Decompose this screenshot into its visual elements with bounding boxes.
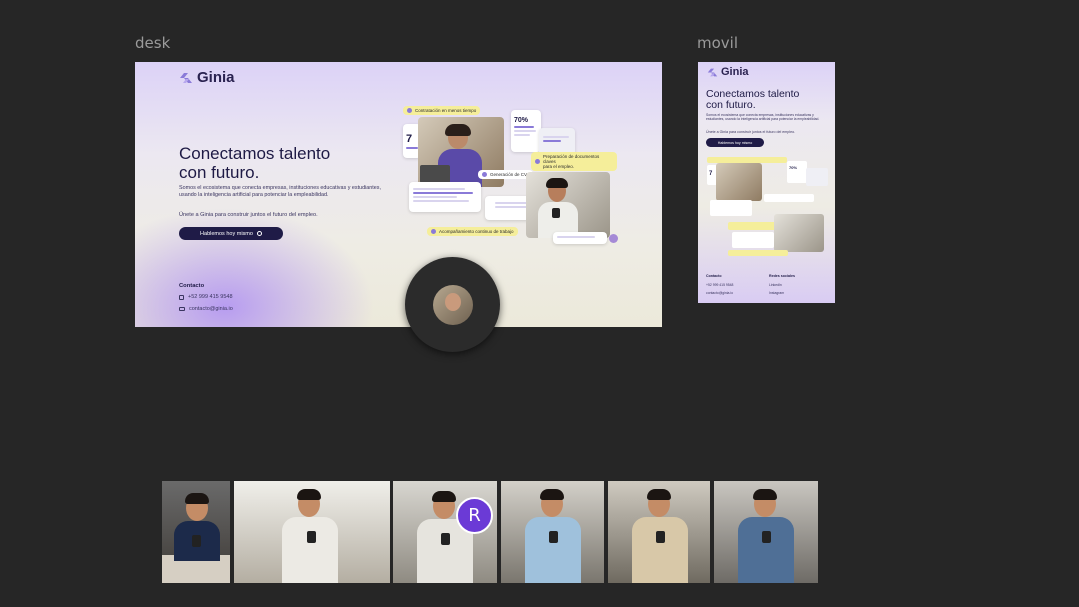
film-frame-4[interactable] [501,481,604,583]
hero-description: Somos el ecosistema que conecta empresas… [179,185,381,198]
movil-frame-label[interactable]: movil [697,34,738,52]
pill-preparacion: Preparación de documentos claves para el… [531,152,617,171]
pill-acompanamiento-mobile [728,250,788,256]
contact-cta-button[interactable]: Hablemos hoy mismo [179,227,283,240]
chat-card-mobile [732,232,774,248]
pill-generacion: Generación de CVs [478,170,534,179]
form-card-mobile [710,200,752,216]
pill-generacion-mobile [764,194,814,202]
brand-name: Ginia [197,69,235,86]
hero-title: Conectamos talento con futuro. [179,144,331,182]
student-phone-photo [526,172,610,238]
brand-logo-mobile[interactable]: Ginia [707,66,749,78]
contact-email[interactable]: contacto@ginia.io [179,306,233,312]
pill-acompanamiento: Acompañamiento continuo de trabajo [427,227,518,236]
form-card [409,182,481,212]
student-phone-photo-mobile [774,214,824,252]
mail-icon [179,307,185,311]
user-avatar[interactable]: R [456,497,493,534]
ginia-logo-icon [179,71,193,85]
film-frame-2[interactable] [234,481,390,583]
message-card [553,232,607,244]
contact-phone[interactable]: +52 999 415 9548 [179,294,233,300]
document-icon [535,159,540,164]
desk-frame-label[interactable]: desk [135,34,170,52]
user-avatar-icon [609,234,618,243]
social-title-mobile: Redes sociales [769,274,795,278]
cv-icon [482,172,487,177]
chat-icon [431,229,436,234]
contact-title-mobile: Contacto [706,274,722,278]
webcam-preview [432,284,473,325]
percent-card-mobile: 70% [787,161,807,183]
brand-name: Ginia [721,66,749,78]
brand-logo[interactable]: Ginia [179,69,235,86]
hero-cta-text-mobile: Únete a Ginia para construir juntos el f… [706,130,796,134]
pill-contratacion: Contratación en menos tiempo [403,106,481,115]
social-linkedin-mobile[interactable]: LinkedIn [769,283,782,287]
contact-phone-mobile[interactable]: +52 999 415 9548 [706,283,733,287]
hero-title-mobile: Conectamos talento con futuro. [706,88,800,111]
film-frame-5[interactable] [608,481,710,583]
woman-laptop-photo-mobile [716,163,762,201]
camera-recorder-bubble[interactable] [405,257,500,352]
check-icon [407,108,412,113]
percent-card: 70% [511,110,541,152]
contact-email-mobile[interactable]: contacto@ginia.io [706,291,733,295]
hero-cta-text: Únete a Ginia para construir juntos el f… [179,212,318,218]
film-frame-1[interactable] [162,481,230,583]
chart-card-mobile [806,168,828,186]
whatsapp-icon [256,231,262,236]
phone-icon [179,294,184,300]
film-frame-6[interactable] [714,481,818,583]
hero-description-mobile: Somos el ecosistema que conecta empresas… [706,113,820,122]
contact-cta-button-mobile[interactable]: Hablemos hoy mismo [706,138,764,147]
social-instagram-mobile[interactable]: Instagram [769,291,784,295]
movil-frame[interactable]: Ginia Conectamos talento con futuro. Som… [698,62,835,303]
contact-title: Contacto [179,283,205,289]
desk-frame[interactable]: Ginia Conectamos talento con futuro. Som… [135,62,662,327]
ginia-logo-icon [707,67,718,78]
